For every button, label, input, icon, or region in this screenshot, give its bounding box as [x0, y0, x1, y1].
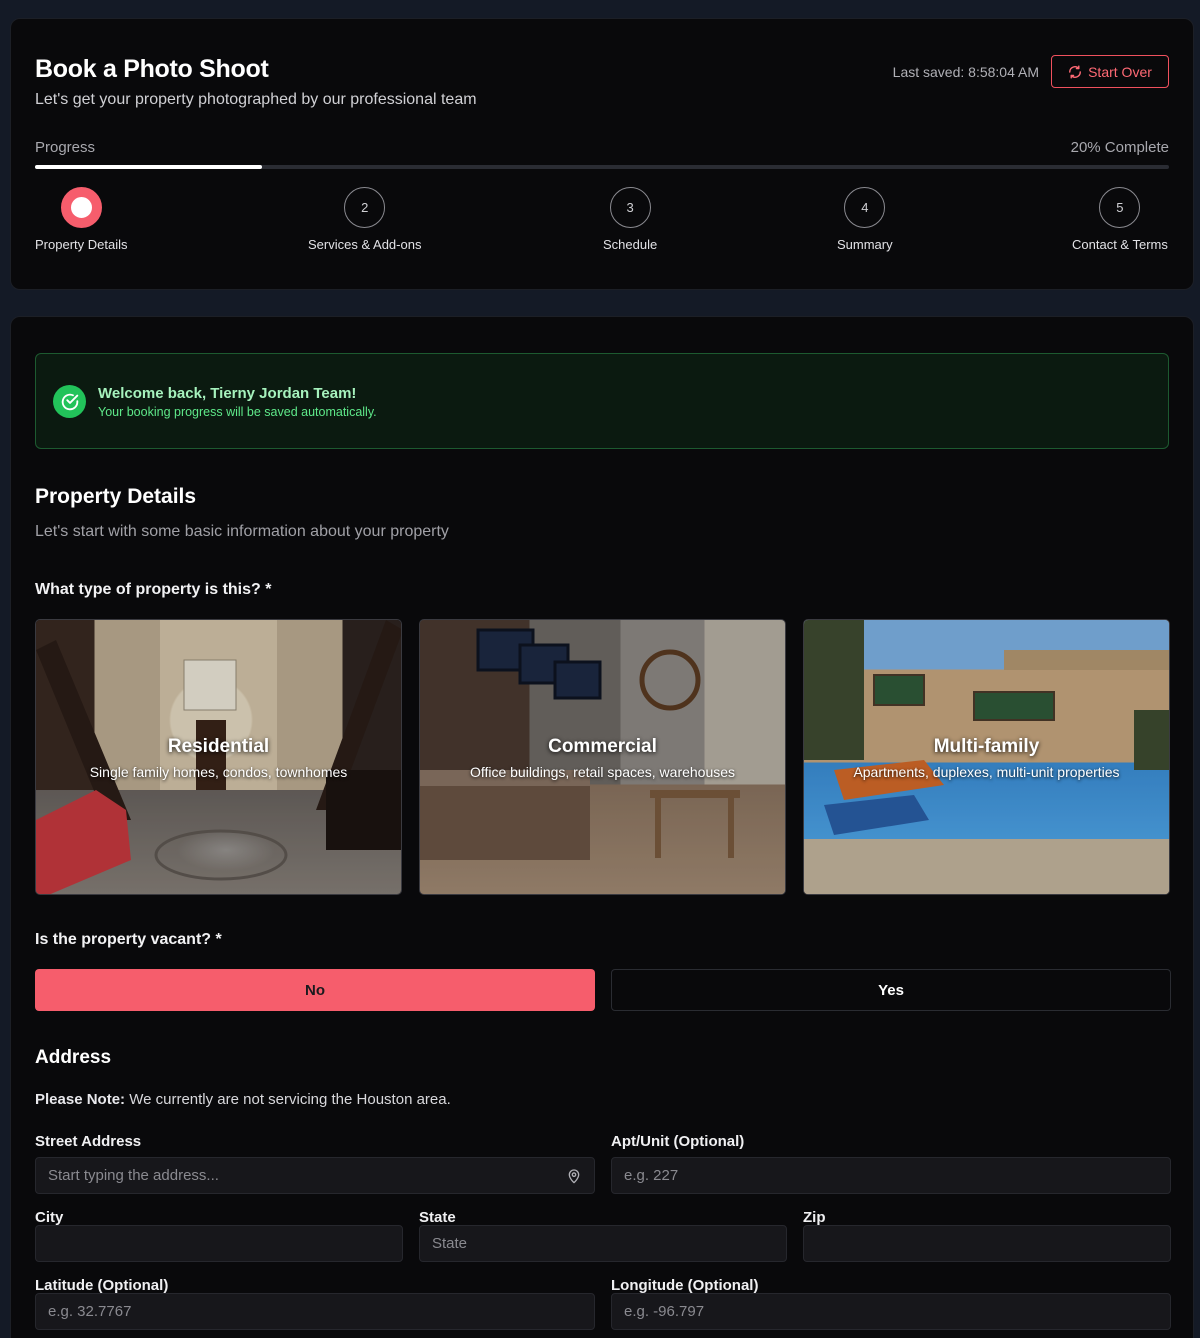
step-label: Schedule [603, 237, 658, 252]
welcome-banner: Welcome back, Tierny Jordan Team! Your b… [35, 353, 1169, 449]
check-circle-icon [53, 385, 86, 418]
step-number: 4 [844, 187, 886, 228]
progress-bar [35, 165, 1169, 169]
property-type-description: Single family homes, condos, townhomes [89, 764, 348, 780]
step-number: 3 [609, 187, 651, 228]
vacant-no-button[interactable]: No [35, 969, 595, 1011]
apt-unit-label: Apt/Unit (Optional) [611, 1133, 745, 1150]
city-label: City [35, 1209, 64, 1226]
longitude-label: Longitude (Optional) [611, 1277, 759, 1294]
welcome-title: Welcome back, Tierny Jordan Team! [98, 385, 357, 402]
step-number: 5 [1099, 187, 1141, 228]
apt-unit-input[interactable] [611, 1157, 1171, 1194]
step-contact-terms[interactable]: 5 Contact & Terms [1072, 187, 1168, 252]
city-input[interactable] [35, 1225, 403, 1262]
refresh-icon [1069, 64, 1082, 79]
property-details-card: Welcome back, Tierny Jordan Team! Your b… [10, 316, 1194, 1338]
step-label: Property Details [35, 237, 128, 252]
section-heading-address: Address [35, 1047, 112, 1068]
last-saved-text: Last saved: 8:58:04 AM [892, 64, 1039, 80]
welcome-text: Your booking progress will be saved auto… [98, 405, 377, 419]
step-number: 2 [344, 187, 386, 228]
longitude-input[interactable] [611, 1293, 1171, 1330]
vacant-yes-button[interactable]: Yes [611, 969, 1171, 1011]
step-indicator-active [60, 187, 102, 228]
property-type-title: Commercial [548, 736, 657, 757]
latitude-label: Latitude (Optional) [35, 1277, 169, 1294]
step-label: Contact & Terms [1072, 237, 1168, 252]
address-note-text: We currently are not servicing the Houst… [125, 1091, 451, 1108]
page-subtitle: Let's get your property photographed by … [35, 91, 477, 108]
zip-input[interactable] [803, 1225, 1171, 1262]
property-type-commercial[interactable]: Commercial Office buildings, retail spac… [419, 619, 786, 895]
progress-bar-fill [35, 165, 262, 169]
booking-header-card: Book a Photo Shoot Let's get your proper… [10, 18, 1194, 290]
property-type-multi-family[interactable]: Multi-family Apartments, duplexes, multi… [803, 619, 1170, 895]
step-schedule[interactable]: 3 Schedule [603, 187, 657, 252]
address-note-bold: Please Note: [35, 1091, 126, 1108]
section-heading-property-details: Property Details [35, 485, 197, 508]
property-type-title: Multi-family [933, 736, 1040, 757]
property-type-question: What type of property is this? * [35, 581, 272, 598]
vacant-question: Is the property vacant? * [35, 931, 222, 948]
progress-percent: 20% Complete [1070, 139, 1169, 156]
address-note: Please Note: We currently are not servic… [35, 1091, 451, 1108]
latitude-input[interactable] [35, 1293, 595, 1330]
step-label: Summary [837, 237, 893, 252]
street-address-input[interactable] [35, 1157, 595, 1194]
street-address-label: Street Address [35, 1133, 142, 1150]
zip-label: Zip [803, 1209, 826, 1226]
property-type-residential[interactable]: Residential Single family homes, condos,… [35, 619, 402, 895]
property-type-description: Office buildings, retail spaces, warehou… [469, 764, 736, 780]
section-intro: Let's start with some basic information … [35, 523, 449, 540]
page-title: Book a Photo Shoot [35, 55, 269, 83]
step-summary[interactable]: 4 Summary [837, 187, 893, 252]
step-property-details[interactable]: Property Details [35, 187, 127, 252]
step-services-addons[interactable]: 2 Services & Add-ons [308, 187, 421, 252]
progress-label: Progress [35, 139, 96, 156]
map-pin-icon[interactable] [566, 1168, 582, 1184]
property-type-description: Apartments, duplexes, multi-unit propert… [853, 764, 1120, 780]
state-label: State [419, 1209, 456, 1226]
start-over-label: Start Over [1088, 63, 1152, 80]
state-input[interactable] [419, 1225, 787, 1262]
property-type-title: Residential [167, 736, 270, 757]
start-over-button[interactable]: Start Over [1051, 55, 1169, 88]
step-label: Services & Add-ons [308, 237, 422, 252]
